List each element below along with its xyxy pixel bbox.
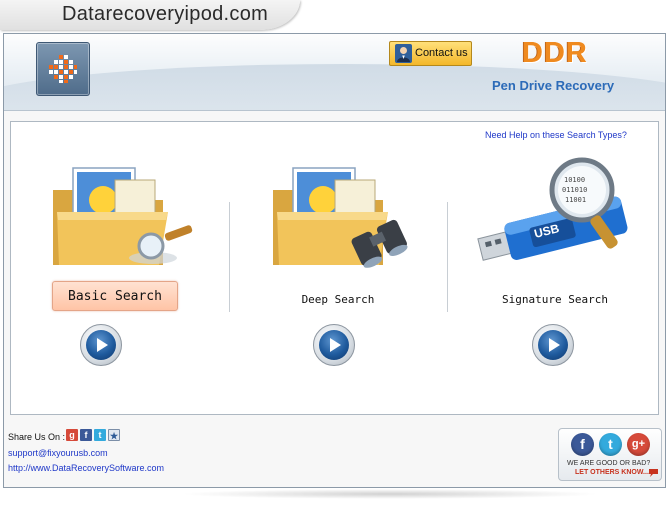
website-link[interactable]: http://www.DataRecoverySoftware.com [8,463,164,473]
facebook-icon[interactable]: f [571,433,594,456]
app-header: Contact us DDR Pen Drive Recovery [4,34,665,111]
deep-search-label[interactable]: Deep Search [233,293,443,306]
support-email-link[interactable]: support@fixyourusb.com [8,448,108,458]
twitter-icon[interactable]: t [599,433,622,456]
play-icon [86,330,116,360]
site-watermark-text: Datarecoveryipod.com [62,3,269,25]
folder-magnifier-icon [53,167,193,265]
option-divider [229,202,230,312]
product-title: Pen Drive Recovery [492,78,615,93]
play-icon [319,330,349,360]
usb-drive-magnifier-icon: 10100 011010 11001 USB [477,157,628,261]
basic-search-play-button[interactable] [80,324,122,366]
folder-binoculars-icon [273,167,408,268]
svg-text:11001: 11001 [565,196,586,204]
feedback-cta: LET OTHERS KNOW... [575,469,649,476]
svg-text:011010: 011010 [562,186,587,194]
option-divider [447,202,448,312]
basic-search-option[interactable]: Basic Search [13,122,223,416]
signature-search-play-button[interactable] [532,324,574,366]
bookmark-icon[interactable]: ★ [108,429,120,441]
brand-logo-text: DDR [522,37,588,69]
deep-search-play-button[interactable] [313,324,355,366]
support-person-icon [395,44,412,63]
basic-search-label[interactable]: Basic Search [52,281,178,311]
app-window: Contact us DDR Pen Drive Recovery Need H… [3,33,666,488]
play-icon [538,330,568,360]
app-footer: Share Us On : g f t ★ support@fixyourusb… [4,423,665,487]
speech-bubble-icon [649,469,658,477]
feedback-widget[interactable]: f t g+ WE ARE GOOD OR BAD? LET OTHERS KN… [558,428,662,481]
google-plus-icon[interactable]: g [66,429,78,441]
contact-us-button[interactable]: Contact us [389,41,472,66]
share-us-label: Share Us On : [8,432,66,442]
facebook-icon[interactable]: f [80,429,92,441]
google-plus-icon[interactable]: g+ [627,433,650,456]
app-logo [36,42,90,96]
signature-search-label[interactable]: Signature Search [450,293,660,306]
svg-text:10100: 10100 [564,176,585,184]
signature-search-option[interactable]: 10100 011010 11001 USB Signature Search [450,122,660,416]
contact-us-label: Contact us [415,47,468,59]
site-watermark-banner: Datarecoveryipod.com [0,0,300,30]
twitter-icon[interactable]: t [94,429,106,441]
deep-search-option[interactable]: Deep Search [233,122,443,416]
window-drop-shadow [180,489,600,499]
checker-logo-icon [49,55,77,83]
feedback-question: WE ARE GOOD OR BAD? [567,460,651,467]
search-type-panel: Need Help on these Search Types? Basic S… [10,121,659,415]
